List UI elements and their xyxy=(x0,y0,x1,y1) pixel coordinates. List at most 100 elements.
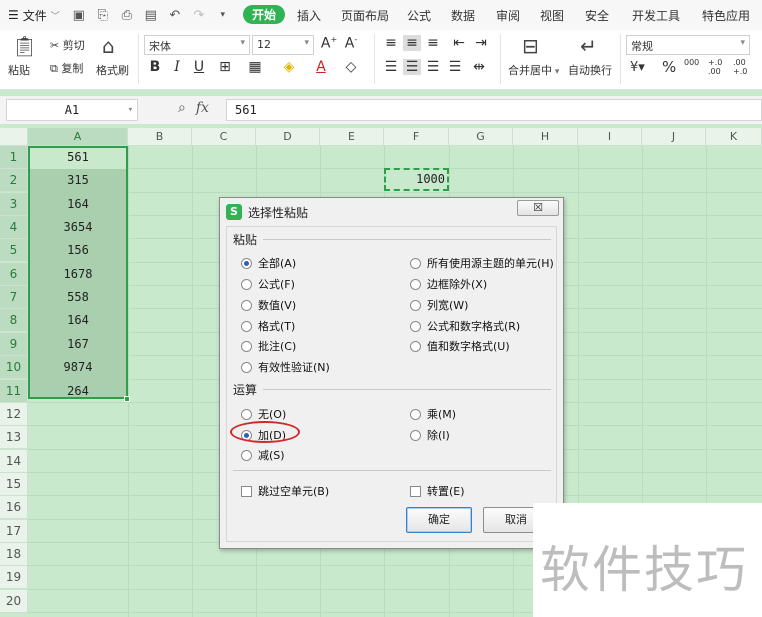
merge-center-button[interactable]: ⊟ xyxy=(522,34,539,58)
column-header-c[interactable]: C xyxy=(192,128,256,146)
paste-option-values[interactable]: 数值(V) xyxy=(241,297,296,313)
bold-button[interactable]: B xyxy=(146,59,164,75)
tab-security[interactable]: 安全 xyxy=(585,7,609,24)
wrap-text-label[interactable]: 自动换行 xyxy=(568,62,612,78)
select-all-corner[interactable] xyxy=(0,128,28,146)
formula-input[interactable]: 561 xyxy=(226,99,762,121)
tab-special[interactable]: 特色应用 xyxy=(702,7,750,24)
italic-button[interactable]: I xyxy=(168,59,186,75)
paste-option-formulas-numbers[interactable]: 公式和数字格式(R) xyxy=(410,318,520,334)
underline-button[interactable]: U xyxy=(190,59,208,75)
column-header-j[interactable]: J xyxy=(642,128,706,146)
row-header-7[interactable]: 7 xyxy=(0,286,28,310)
fx-icon[interactable]: fx xyxy=(196,100,209,116)
format-painter-button[interactable]: ⌂ xyxy=(102,34,115,58)
thousands-button[interactable]: 000 xyxy=(684,58,699,67)
column-header-k[interactable]: K xyxy=(706,128,762,146)
align-middle-icon[interactable]: ≡ xyxy=(403,35,421,51)
row-header-10[interactable]: 10 xyxy=(0,356,28,380)
fill-handle[interactable] xyxy=(124,396,130,402)
font-color-icon[interactable]: A xyxy=(312,59,330,75)
cell-a2[interactable]: 315 xyxy=(28,169,128,192)
increase-decimal-button[interactable]: +.0 .00 xyxy=(708,58,730,76)
row-header-17[interactable]: 17 xyxy=(0,519,28,543)
column-header-h[interactable]: H xyxy=(513,128,578,146)
decrease-font-icon[interactable]: A- xyxy=(342,35,360,52)
paste-option-no-borders[interactable]: 边框除外(X) xyxy=(410,276,487,292)
row-header-8[interactable]: 8 xyxy=(0,309,28,333)
copy-button[interactable]: ⧉ 复制 xyxy=(50,60,83,76)
column-header-d[interactable]: D xyxy=(256,128,320,146)
format-painter-label[interactable]: 格式刷 xyxy=(96,62,129,78)
cell-a11[interactable]: 264 xyxy=(28,380,128,403)
row-header-19[interactable]: 19 xyxy=(0,566,28,590)
paste-option-column-widths[interactable]: 列宽(W) xyxy=(410,297,468,313)
operation-divide[interactable]: 除(I) xyxy=(410,427,450,443)
font-size-select[interactable]: 12 ▾ xyxy=(252,35,314,55)
row-header-18[interactable]: 18 xyxy=(0,542,28,566)
operation-none[interactable]: 无(O) xyxy=(241,406,286,422)
paste-option-values-numbers[interactable]: 值和数字格式(U) xyxy=(410,338,510,354)
fill-color-icon[interactable]: ◈ xyxy=(280,59,298,75)
print-preview-icon[interactable]: ▤ xyxy=(144,8,158,23)
paste-option-formats[interactable]: 格式(T) xyxy=(241,318,295,334)
cell-a8[interactable]: 164 xyxy=(28,309,128,332)
row-header-20[interactable]: 20 xyxy=(0,589,28,613)
export-icon[interactable]: ⎘ xyxy=(96,8,110,23)
undo-icon[interactable]: ↶ xyxy=(168,8,182,23)
eraser-icon[interactable]: ◇ xyxy=(342,59,360,75)
row-header-9[interactable]: 9 xyxy=(0,332,28,356)
cell-a9[interactable]: 167 xyxy=(28,333,128,356)
align-center-icon[interactable]: ☰ xyxy=(403,59,421,75)
cell-a3[interactable]: 164 xyxy=(28,193,128,216)
file-menu[interactable]: ☰ 文件 ﹀ xyxy=(8,7,60,24)
tab-data[interactable]: 数据 xyxy=(451,7,475,24)
paste-button[interactable]: 📋︎ xyxy=(12,34,37,58)
name-box[interactable]: A1 ▾ xyxy=(6,99,138,121)
decrease-decimal-button[interactable]: .00 +.0 xyxy=(733,58,755,76)
cut-button[interactable]: ✂ 剪切 xyxy=(50,37,85,53)
redo-icon[interactable]: ↷ xyxy=(192,8,206,23)
justify-icon[interactable]: ☰ xyxy=(446,59,464,75)
distribute-icon[interactable]: ⇹ xyxy=(470,59,488,75)
font-name-select[interactable]: 宋体 ▾ xyxy=(144,35,250,55)
align-left-icon[interactable]: ☰ xyxy=(382,59,400,75)
merge-center-label[interactable]: 合并居中 ▾ xyxy=(508,62,559,78)
operation-multiply[interactable]: 乘(M) xyxy=(410,406,456,422)
column-header-i[interactable]: I xyxy=(578,128,642,146)
row-header-11[interactable]: 11 xyxy=(0,379,28,403)
tab-review[interactable]: 审阅 xyxy=(496,7,520,24)
print-icon[interactable]: ⎙ xyxy=(120,8,134,23)
row-header-5[interactable]: 5 xyxy=(0,239,28,263)
row-header-1[interactable]: 1 xyxy=(0,146,28,169)
row-header-15[interactable]: 15 xyxy=(0,472,28,496)
tab-developer[interactable]: 开发工具 xyxy=(632,7,680,24)
operation-subtract[interactable]: 减(S) xyxy=(241,447,285,463)
customize-icon[interactable]: ▾ xyxy=(216,10,230,20)
paste-label[interactable]: 粘贴 xyxy=(8,62,30,78)
outdent-icon[interactable]: ⇤ xyxy=(450,35,468,51)
row-header-16[interactable]: 16 xyxy=(0,496,28,520)
row-header-4[interactable]: 4 xyxy=(0,216,28,240)
row-header-13[interactable]: 13 xyxy=(0,426,28,450)
cell-a10[interactable]: 9874 xyxy=(28,356,128,379)
column-header-b[interactable]: B xyxy=(128,128,192,146)
row-header-14[interactable]: 14 xyxy=(0,449,28,473)
cell-a5[interactable]: 156 xyxy=(28,239,128,262)
cell-a4[interactable]: 3654 xyxy=(28,216,128,239)
border-icon[interactable]: ⊞ xyxy=(216,59,234,75)
indent-icon[interactable]: ⇥ xyxy=(472,35,490,51)
column-header-e[interactable]: E xyxy=(320,128,384,146)
tab-formulas[interactable]: 公式 xyxy=(407,7,431,24)
column-header-a[interactable]: A xyxy=(28,128,128,146)
paste-option-source-theme[interactable]: 所有使用源主题的单元(H) xyxy=(410,255,554,271)
wrap-text-button[interactable]: ↵ xyxy=(580,34,597,58)
paste-option-formulas[interactable]: 公式(F) xyxy=(241,276,295,292)
currency-icon[interactable]: ¥▾ xyxy=(630,60,645,75)
column-header-f[interactable]: F xyxy=(384,128,449,146)
paste-option-comments[interactable]: 批注(C) xyxy=(241,338,296,354)
number-format-select[interactable]: 常规 ▾ xyxy=(626,35,750,55)
ok-button[interactable]: 确定 xyxy=(406,507,472,533)
align-top-icon[interactable]: ≡ xyxy=(382,35,400,51)
copied-cell-f2[interactable]: 1000 xyxy=(384,168,449,191)
